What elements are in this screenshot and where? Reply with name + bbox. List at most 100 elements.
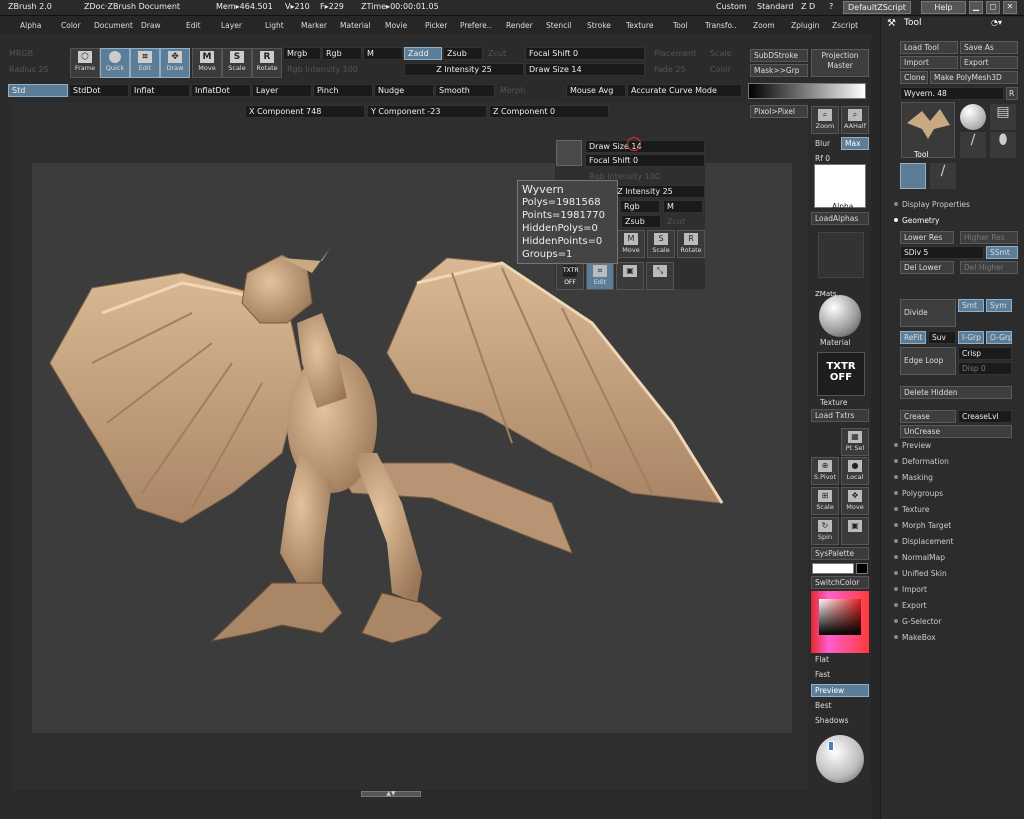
uncrease-button[interactable]: UnCrease <box>900 425 1012 438</box>
brush-layer[interactable]: Layer <box>252 84 312 97</box>
lower-res-button[interactable]: Lower Res <box>900 231 954 244</box>
creaselvl-slider[interactable]: CreaseLvl <box>958 410 1012 423</box>
float-focal-shift-slider[interactable]: Focal Shift 0 <box>585 154 705 167</box>
smt-button[interactable]: Smt <box>958 299 984 312</box>
load-tool-button[interactable]: Load Tool <box>900 41 958 54</box>
focal-shift-slider[interactable]: Focal Shift 0 <box>525 47 645 60</box>
float-edit-button[interactable]: ⌗ Edit <box>586 262 614 290</box>
snapshot-button[interactable]: ▣ <box>841 517 869 545</box>
color-picker[interactable] <box>811 591 869 653</box>
makebox-section[interactable]: MakeBox <box>894 633 936 642</box>
render-shadows[interactable]: Shadows <box>811 714 869 727</box>
menu-item[interactable]: Picker <box>425 21 447 30</box>
g-selector-section[interactable]: G-Selector <box>893 617 941 626</box>
light-sphere[interactable] <box>816 735 864 783</box>
preview-section[interactable]: Preview <box>893 441 931 450</box>
camera-button[interactable]: ▣ <box>616 262 644 290</box>
blur-button[interactable]: Blur <box>811 137 839 150</box>
recent-tool-brush-icon[interactable]: ∕ <box>930 163 956 189</box>
brush-inflatdot[interactable]: InflatDot <box>191 84 251 97</box>
polygroups-section[interactable]: Polygroups <box>893 489 943 498</box>
load-alphas-button[interactable]: LoadAlphas <box>811 212 869 225</box>
default-zscript-button[interactable]: DefaultZScript <box>843 1 911 14</box>
shelf-move-button[interactable]: ✥ Move <box>841 487 869 515</box>
z-component[interactable]: Z Component 0 <box>489 105 609 118</box>
render-preview[interactable]: Preview <box>811 684 869 697</box>
make-polymesh-button[interactable]: Make PolyMesh3D <box>930 71 1018 84</box>
gradient-strip[interactable] <box>748 83 866 99</box>
saturation-square[interactable] <box>819 599 861 635</box>
export-section[interactable]: Export <box>894 601 927 610</box>
unified-skin-section[interactable]: Unified Skin <box>894 569 947 578</box>
edit-button[interactable]: ⌗ Edit <box>130 48 160 78</box>
menu-item[interactable]: Edit <box>186 21 201 30</box>
spivot-button[interactable]: ⊕ S.Pivot <box>811 457 839 485</box>
recent-tool-wyvern[interactable] <box>900 163 926 189</box>
subdstroke-button[interactable]: SubDStroke <box>750 49 808 62</box>
menu-item[interactable]: Zoom <box>753 21 775 30</box>
texture-label[interactable]: Texture <box>816 396 874 409</box>
crisp-slider[interactable]: Crisp <box>958 347 1012 360</box>
menu-item[interactable]: Prefere.. <box>460 21 491 30</box>
local-button[interactable]: ● Local <box>841 457 869 485</box>
masking-section[interactable]: Masking <box>894 473 933 482</box>
menu-item[interactable]: Marker <box>301 21 327 30</box>
render-best[interactable]: Best <box>811 699 869 712</box>
zcut-button[interactable]: Zcut <box>484 47 524 60</box>
suv-button[interactable]: Suv <box>928 331 956 344</box>
material-label[interactable]: Material <box>816 336 874 349</box>
mouse-avg-button[interactable]: Mouse Avg <box>566 84 626 97</box>
menu-item[interactable]: Stencil <box>546 21 571 30</box>
menu-item[interactable]: Movie <box>385 21 407 30</box>
normalmap-section[interactable]: NormalMap <box>894 553 945 562</box>
menu-item[interactable]: Document <box>94 21 133 30</box>
morph-target-section[interactable]: Morph Target <box>893 521 951 530</box>
zadd-button[interactable]: Zadd <box>404 47 442 60</box>
scale-button[interactable]: S Scale <box>222 48 252 78</box>
pixol-pixel-button[interactable]: Pixol>Pixel <box>750 105 808 118</box>
brush-std[interactable]: Std <box>8 84 68 97</box>
restore-icon[interactable]: ◻ <box>986 1 1000 14</box>
syspalette-button[interactable]: SysPalette <box>811 547 869 560</box>
help-button[interactable]: Help <box>921 1 966 14</box>
draw-size-slider[interactable]: Draw Size 14 <box>525 63 645 76</box>
edge-loop-button[interactable]: Edge Loop <box>900 347 956 375</box>
menu-item[interactable]: Render <box>506 21 533 30</box>
accurate-curve-button[interactable]: Accurate Curve Mode <box>627 84 742 97</box>
float-zsub-button[interactable]: Zsub <box>621 215 661 228</box>
rgb-button[interactable]: Rgb <box>322 47 362 60</box>
max-button[interactable]: Max <box>841 137 869 150</box>
float-scale-button[interactable]: S Scale <box>647 230 675 258</box>
disp-slider[interactable]: Disp 0 <box>958 362 1012 375</box>
brush-pinch[interactable]: Pinch <box>313 84 373 97</box>
float-txtr-button[interactable]: TXTR OFF <box>556 262 584 290</box>
z-intensity-slider[interactable]: Z Intensity 25 <box>404 63 524 76</box>
zsub-button[interactable]: Zsub <box>443 47 483 60</box>
sphere-tool-icon[interactable] <box>960 104 986 130</box>
tool-menu-label[interactable]: Tool <box>914 150 929 159</box>
refit-button[interactable]: ReFit <box>900 331 926 344</box>
menu-item[interactable]: Stroke <box>587 21 611 30</box>
ptsel-button[interactable]: ▦ Pt Sel <box>841 428 869 456</box>
brush-smooth[interactable]: Smooth <box>435 84 495 97</box>
cylinder-tool-icon[interactable]: ▤ <box>990 104 1016 130</box>
secondary-color-swatch[interactable] <box>856 563 868 574</box>
menu-item[interactable]: Zplugin <box>791 21 819 30</box>
displacement-section[interactable]: Displacement <box>894 537 954 546</box>
capsule-tool-icon[interactable]: ⬮ <box>990 132 1016 158</box>
zd-menu[interactable]: Z D <box>801 2 815 11</box>
display-properties-section[interactable]: Display Properties <box>894 200 970 209</box>
y-component[interactable]: Y Component -23 <box>367 105 487 118</box>
float-rgb-button[interactable]: Rgb <box>620 200 660 213</box>
float-m-button[interactable]: M <box>663 200 703 213</box>
switchcolor-button[interactable]: SwitchColor <box>811 576 869 589</box>
palette-dock-icon[interactable]: ◔▾ <box>991 18 1002 27</box>
rotate-button[interactable]: R Rotate <box>252 48 282 78</box>
deformation-section[interactable]: Deformation <box>894 457 949 466</box>
float-rotate-button[interactable]: R Rotate <box>677 230 705 258</box>
menu-item[interactable]: Layer <box>221 21 242 30</box>
quick-button[interactable]: Quick <box>100 48 130 78</box>
help-question[interactable]: ? <box>829 2 833 11</box>
light-handle-icon[interactable] <box>828 741 834 751</box>
higher-res-button[interactable]: Higher Res <box>960 231 1018 244</box>
